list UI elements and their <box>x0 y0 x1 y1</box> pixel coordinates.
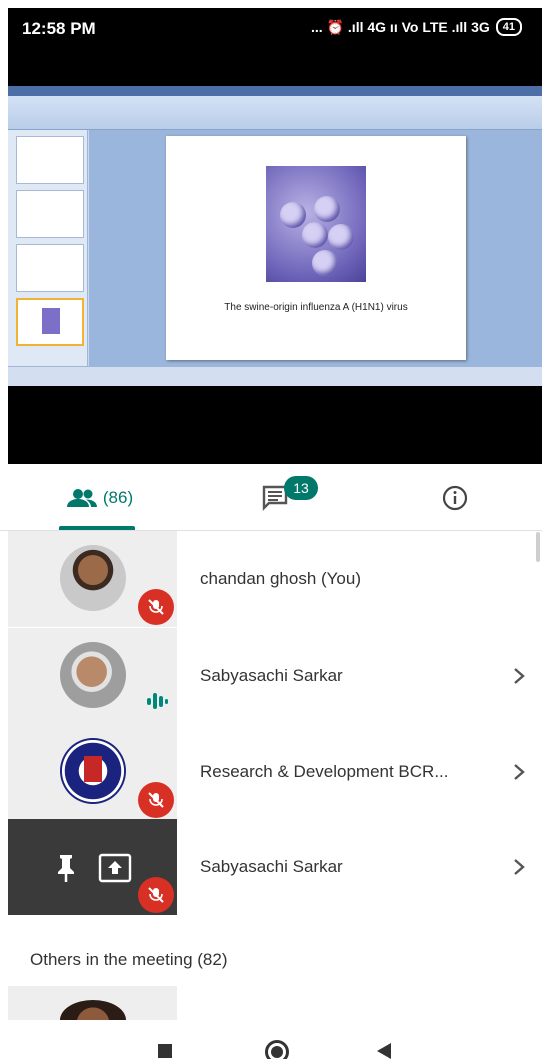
slide-thumbnails <box>8 130 88 366</box>
participant-row[interactable]: Sabyasachi Sarkar <box>8 628 542 724</box>
avatar <box>60 642 126 708</box>
participant-row: chandan ghosh (You) <box>8 531 542 627</box>
participant-row[interactable]: Research & Development BCR... <box>8 724 542 820</box>
mic-off-icon <box>138 877 174 913</box>
slide-thumbnail <box>16 136 84 184</box>
info-icon <box>442 485 468 511</box>
speaking-icon <box>146 690 168 717</box>
scrollbar[interactable] <box>536 532 540 562</box>
slide: The swine-origin influenza A (H1N1) viru… <box>166 136 466 360</box>
slide-thumbnail <box>16 244 84 292</box>
chevron-right-icon[interactable] <box>512 628 526 724</box>
participant-tile <box>8 628 177 724</box>
virus-image <box>266 166 366 282</box>
slide-caption: The swine-origin influenza A (H1N1) viru… <box>224 302 408 313</box>
shared-screen: The swine-origin influenza A (H1N1) viru… <box>8 86 542 386</box>
participant-tile <box>8 724 177 820</box>
ppt-titlebar <box>8 86 542 96</box>
participant-name: chandan ghosh (You) <box>200 569 362 588</box>
tab-info[interactable] <box>420 465 490 531</box>
participant-tile <box>8 531 177 627</box>
ppt-statusbar <box>8 366 542 386</box>
people-icon <box>66 489 97 507</box>
participant-tile <box>8 986 177 1040</box>
participant-name: Sabyasachi Sarkar <box>200 857 343 876</box>
avatar <box>60 545 126 611</box>
slide-thumbnail-selected <box>16 298 84 346</box>
participant-name: Research & Development BCR... <box>200 762 449 781</box>
system-nav-bar <box>0 1020 542 1059</box>
battery-icon: 41 <box>495 18 522 36</box>
participant-name: Sabyasachi Sarkar <box>200 666 343 685</box>
slide-thumbnail <box>16 190 84 238</box>
chevron-right-icon[interactable] <box>512 819 526 915</box>
signal-indicators: ... ⏰ .ıll 4G ıı Vo LTE .ıll 3G <box>311 18 490 35</box>
chevron-right-icon[interactable] <box>512 724 526 820</box>
recents-button[interactable] <box>158 1044 172 1058</box>
meet-screen: 12:58 PM ... ⏰ .ıll 4G ıı Vo LTE .ıll 3G… <box>0 0 542 1059</box>
chat-badge: 13 <box>284 476 318 500</box>
participant-tile-presenting <box>8 819 177 915</box>
active-tab-indicator <box>59 526 135 530</box>
status-indicators: ... ⏰ .ıll 4G ıı Vo LTE .ıll 3G 41 <box>311 18 522 36</box>
logo-avatar <box>60 738 126 804</box>
panel-tabs: (86) <box>0 465 542 531</box>
mic-off-icon <box>138 782 174 818</box>
ppt-ribbon <box>8 86 542 130</box>
people-count: (86) <box>102 488 134 507</box>
mic-off-icon <box>138 589 174 625</box>
home-button[interactable] <box>265 1040 289 1059</box>
tab-people[interactable]: (86) <box>40 465 160 531</box>
pin-icon[interactable] <box>54 853 78 888</box>
back-button[interactable] <box>376 1042 392 1059</box>
others-section-heading: Others in the meeting (82) <box>30 950 228 969</box>
presenting-icon <box>98 853 132 888</box>
status-time: 12:58 PM <box>22 19 96 38</box>
participant-row[interactable]: Sabyasachi Sarkar <box>8 819 542 915</box>
